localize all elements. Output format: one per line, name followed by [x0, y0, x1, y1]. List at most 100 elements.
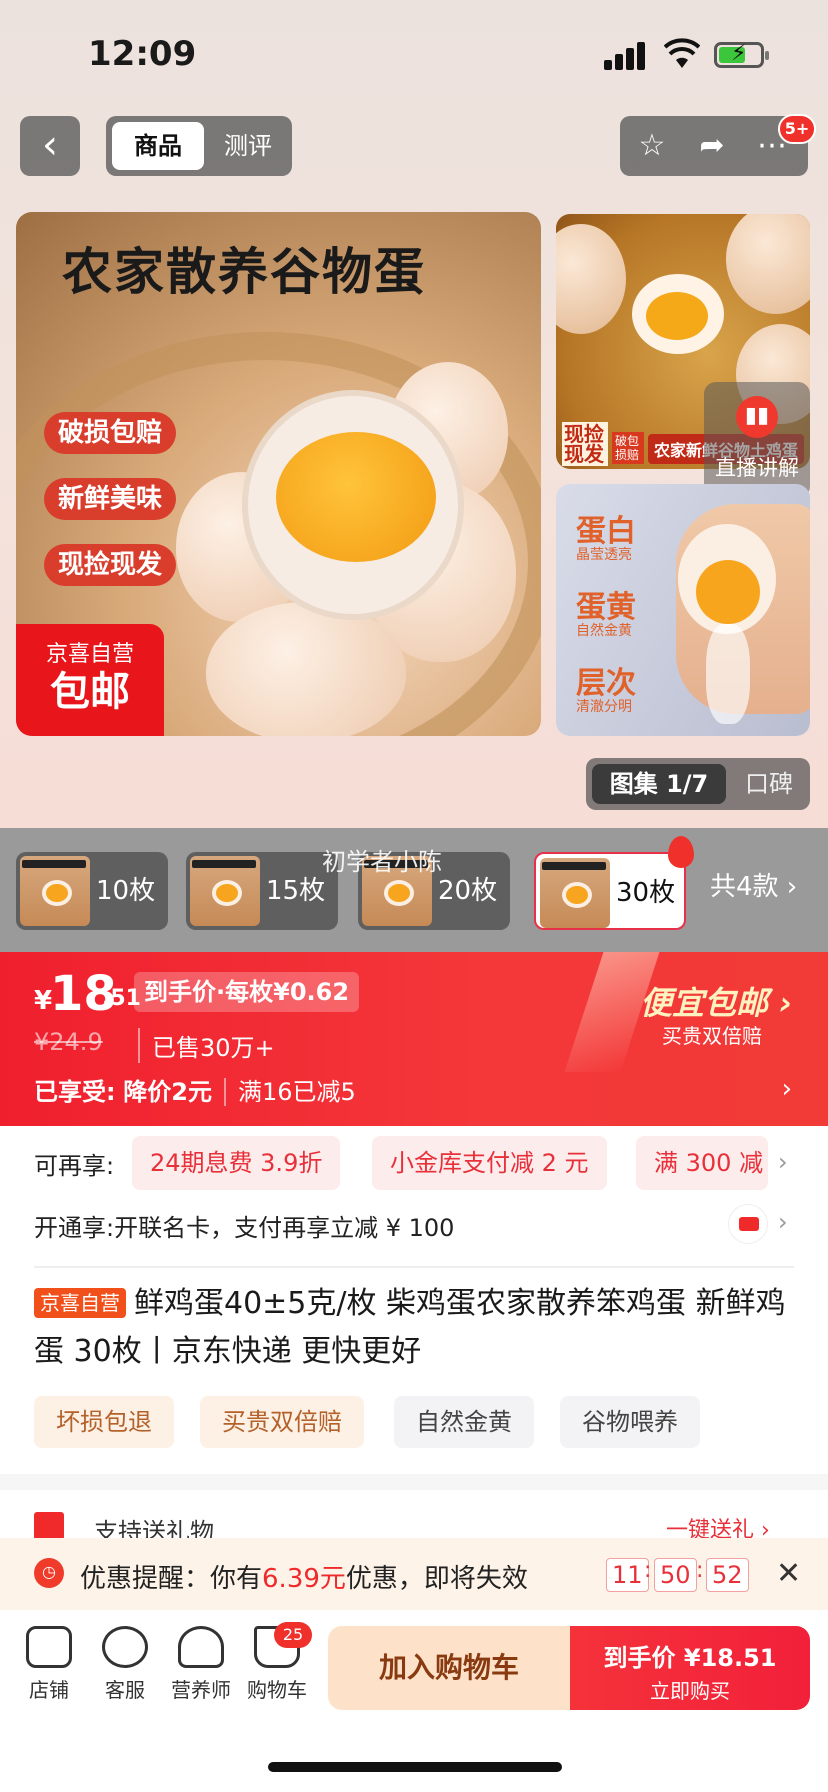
signal-icon	[604, 42, 648, 70]
tab-goods[interactable]: 商品	[112, 122, 204, 170]
hot-flame-icon	[668, 836, 694, 868]
add-to-cart-button[interactable]: 加入购物车	[328, 1626, 570, 1710]
hero-pill: 破损包赔	[44, 412, 177, 454]
buy-now-button[interactable]: 到手价 ¥18.51 立即购买	[570, 1626, 810, 1710]
clock-icon: ◷	[34, 1558, 64, 1588]
battery-icon: ⚡	[714, 41, 769, 68]
countdown-hours: 11	[606, 1558, 649, 1592]
variant-option[interactable]: 15枚	[186, 852, 338, 930]
promo-item: 满16已减5	[223, 1078, 356, 1106]
store-icon	[26, 1626, 72, 1668]
hero-pill: 现捡现发	[44, 544, 177, 586]
promo-line[interactable]: 已享受: 降价2元 满16已减5	[34, 1072, 356, 1107]
feature-sub: 晶莹透亮	[576, 547, 632, 563]
self-operated-corner: 京喜自营 包邮	[16, 624, 164, 736]
section-separator	[0, 1474, 828, 1490]
top-tabs: 商品 测评	[106, 116, 292, 176]
egg-shape	[206, 602, 406, 736]
card-row[interactable]: 开通享:开联名卡，支付再享立减 ¥ 100 ›	[0, 1200, 828, 1266]
variant-label: 10枚	[96, 876, 156, 906]
feature-tag: 自然金黄	[394, 1396, 534, 1448]
nutritionist-button[interactable]: 营养师	[166, 1626, 236, 1703]
sold-count: 已售30万+	[138, 1028, 275, 1063]
reputation-tab[interactable]: 口碑	[732, 764, 806, 804]
unit-price-badge: 到手价·每枚¥0.62	[134, 972, 360, 1012]
nutritionist-icon	[178, 1626, 224, 1668]
free-shipping-label[interactable]: 便宜包邮 ›	[640, 978, 792, 1024]
benefit-tag[interactable]: 小金库支付减 2 元	[372, 1136, 607, 1190]
gallery-tab[interactable]: 图集 1/7	[592, 764, 726, 804]
main-product-image[interactable]: 农家散养谷物蛋 破损包赔 新鲜美味 现捡现发 京喜自营 包邮	[16, 212, 541, 736]
feature-sub: 自然金黄	[576, 623, 632, 639]
benefit-tag[interactable]: 满 300 减	[636, 1136, 768, 1190]
chevron-left-icon: ‹	[42, 122, 58, 168]
product-title-block: 京喜自营 鲜鸡蛋40±5克/枚 柴鸡蛋农家散养笨鸡蛋 新鲜鸡蛋 30枚丨京东快递 …	[34, 1280, 794, 1376]
back-button[interactable]: ‹	[20, 116, 80, 176]
close-icon[interactable]: ✕	[776, 1556, 801, 1591]
status-time: 12:09	[88, 34, 197, 74]
divider	[34, 1266, 794, 1268]
hero-title: 农家散养谷物蛋	[62, 242, 426, 301]
egg-shell	[678, 524, 776, 634]
service-icon	[102, 1626, 148, 1668]
buy-price: 到手价 ¥18.51	[603, 1644, 777, 1672]
cart-count-badge: 25	[274, 1622, 312, 1648]
feature-tag: 买贵双倍赔	[200, 1396, 364, 1448]
original-price: ¥24.9	[34, 1028, 103, 1056]
double-compensation-label: 买贵双倍赔	[662, 1024, 762, 1048]
enjoyed-label: 已享受:	[34, 1078, 116, 1106]
store-button[interactable]: 店铺	[14, 1626, 84, 1703]
self-operated-tag: 京喜自营	[34, 1288, 126, 1318]
side-image-2[interactable]: 蛋白 晶莹透亮 蛋黄 自然金黄 层次 清澈分明	[556, 484, 810, 736]
service-button[interactable]: 客服	[90, 1626, 160, 1703]
message-badge: 5+	[778, 114, 816, 144]
feature-tag: 谷物喂养	[560, 1396, 700, 1448]
wifi-icon	[664, 38, 700, 68]
star-icon[interactable]: ☆	[624, 116, 680, 176]
feature-tag: 坏损包退	[34, 1396, 174, 1448]
yolk	[276, 432, 436, 562]
variant-option-selected[interactable]: 30枚	[534, 852, 686, 930]
reminder-amount: 6.39元	[262, 1564, 346, 1594]
cracked-egg	[632, 274, 724, 354]
live-explain-button[interactable]: ▮▮ 直播讲解	[704, 382, 810, 498]
share-icon[interactable]: ➦	[684, 116, 740, 176]
variant-thumbnail	[540, 858, 610, 928]
home-indicator	[268, 1762, 562, 1772]
gift-icon	[34, 1512, 64, 1540]
watermark-text: 初学者小陈	[322, 848, 442, 876]
tab-review[interactable]: 测评	[210, 122, 286, 170]
product-title: 鲜鸡蛋40±5克/枚 柴鸡蛋农家散养笨鸡蛋 新鲜鸡蛋 30枚丨京东快递 更快更好	[34, 1286, 786, 1369]
side-label: 现捡现发	[562, 422, 608, 466]
benefits-label: 可再享:	[34, 1152, 115, 1180]
variant-label: 15枚	[266, 876, 326, 906]
side-label: 破包损赔	[612, 432, 644, 464]
promo-item: 降价2元	[123, 1078, 212, 1106]
chevron-right-icon[interactable]: ›	[782, 1074, 792, 1104]
variant-label: 20枚	[438, 876, 498, 906]
variant-option[interactable]: 10枚	[16, 852, 168, 930]
countdown-minutes: 50	[654, 1558, 697, 1592]
card-offer-text: 开通享:开联名卡，支付再享立减 ¥ 100	[34, 1214, 455, 1242]
countdown-separator: :	[644, 1558, 652, 1583]
variant-thumbnail	[20, 856, 90, 926]
reminder-text: 优惠提醒：你有6.39元优惠，即将失效	[80, 1564, 528, 1594]
egg-shape	[556, 224, 626, 334]
variant-thumbnail	[190, 856, 260, 926]
variant-label: 30枚	[616, 878, 676, 908]
benefit-tag[interactable]: 24期息费 3.9折	[132, 1136, 341, 1190]
corner-bottom-text: 包邮	[50, 669, 130, 715]
hero-pill: 新鲜美味	[44, 478, 177, 520]
countdown-seconds: 52	[706, 1558, 749, 1592]
benefits-row: 可再享: 24期息费 3.9折 小金库支付减 2 元 满 300 减 ›	[0, 1126, 828, 1200]
chevron-right-icon[interactable]: ›	[778, 1148, 788, 1176]
corner-top-text: 京喜自营	[45, 642, 134, 667]
live-label: 直播讲解	[715, 456, 799, 480]
variant-count-link[interactable]: 共4款 ›	[710, 848, 797, 926]
gallery-toggle: 图集 1/7 口碑	[586, 758, 810, 810]
egg-white	[706, 624, 750, 724]
buy-label: 立即购买	[650, 1679, 730, 1703]
cracked-egg	[242, 390, 464, 620]
chevron-right-icon[interactable]: ›	[778, 1208, 788, 1236]
feature-sub: 清澈分明	[576, 699, 632, 715]
